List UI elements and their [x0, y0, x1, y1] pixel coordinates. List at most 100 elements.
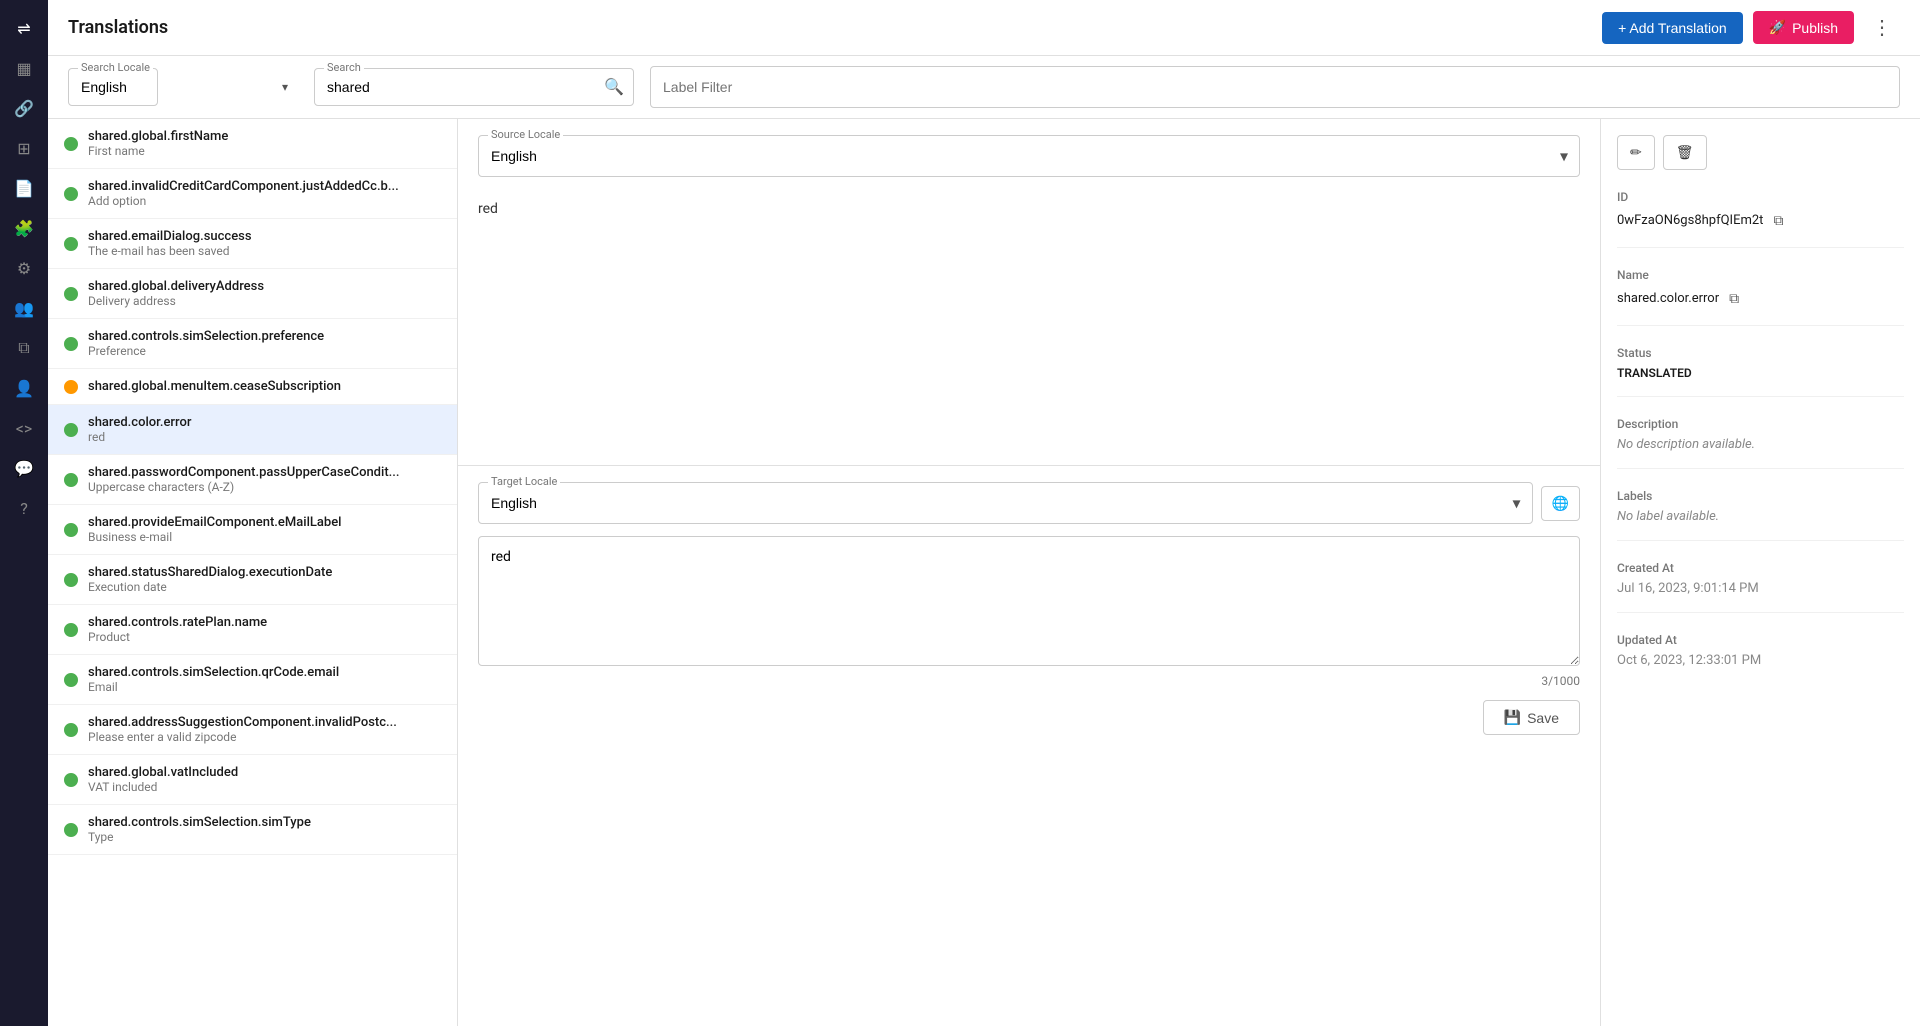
translate-icon: 🌐	[1552, 495, 1569, 511]
add-translation-button[interactable]: + Add Translation	[1602, 12, 1743, 44]
copy-name-button[interactable]: ⧉	[1727, 288, 1741, 309]
edit-button[interactable]: ✏	[1617, 135, 1655, 170]
detail-id-value: 0wFzaON6gs8hpfQIEm2t ⧉	[1617, 210, 1904, 231]
sidebar-icon-grid[interactable]: ⊞	[6, 130, 42, 166]
char-count: 3/1000	[478, 674, 1580, 688]
status-dot	[64, 523, 78, 537]
sidebar-icon-dashboard[interactable]: ▦	[6, 50, 42, 86]
item-content: shared.emailDialog.success The e-mail ha…	[88, 229, 441, 258]
sidebar-icon-person-arrow[interactable]: 👤	[6, 370, 42, 406]
list-item[interactable]: shared.provideEmailComponent.eMailLabel …	[48, 505, 457, 555]
sidebar-icon-code[interactable]: <>	[6, 410, 42, 446]
status-dot	[64, 473, 78, 487]
detail-updated-label: Updated At	[1617, 633, 1904, 647]
detail-status-label: Status	[1617, 346, 1904, 360]
detail-name-label: Name	[1617, 268, 1904, 282]
list-item[interactable]: shared.controls.ratePlan.name Product	[48, 605, 457, 655]
item-key: shared.global.deliveryAddress	[88, 279, 441, 294]
search-icon-button[interactable]: 🔍	[604, 77, 624, 97]
sidebar-icon-help[interactable]: ?	[6, 490, 42, 526]
save-button[interactable]: 💾 Save	[1483, 700, 1580, 735]
sidebar-icon-puzzle[interactable]: 🧩	[6, 210, 42, 246]
target-locale-section: Target Locale English 🌐 red 3/1000 💾 Sav…	[458, 466, 1600, 751]
detail-name-section: Name shared.color.error ⧉	[1617, 268, 1904, 326]
list-item[interactable]: shared.invalidCreditCardComponent.justAd…	[48, 169, 457, 219]
sidebar-icon-settings[interactable]: ⚙	[6, 250, 42, 286]
name-text: shared.color.error	[1617, 291, 1719, 306]
source-locale-label: Source Locale	[488, 128, 563, 141]
item-value: Uppercase characters (A-Z)	[88, 480, 441, 494]
person-arrow-icon: 👤	[14, 379, 34, 398]
more-options-button[interactable]: ⋮	[1864, 11, 1900, 44]
item-content: shared.passwordComponent.passUpperCaseCo…	[88, 465, 441, 494]
item-content: shared.provideEmailComponent.eMailLabel …	[88, 515, 441, 544]
save-icon: 💾	[1504, 709, 1521, 726]
list-item[interactable]: shared.global.menuItem.ceaseSubscription	[48, 369, 457, 405]
publish-button[interactable]: 🚀 Publish	[1753, 11, 1854, 44]
copy-id-button[interactable]: ⧉	[1771, 210, 1785, 231]
target-locale-header: Target Locale English 🌐	[478, 482, 1580, 524]
search-label: Search	[324, 61, 364, 74]
source-locale-select[interactable]: English	[478, 135, 1580, 177]
list-item[interactable]: shared.emailDialog.success The e-mail ha…	[48, 219, 457, 269]
sidebar-icon-link[interactable]: 🔗	[6, 90, 42, 126]
sidebar-icon-document[interactable]: 📄	[6, 170, 42, 206]
filter-bar: Search Locale English Search 🔍	[48, 56, 1920, 119]
sidebar-icon-people[interactable]: 👥	[6, 290, 42, 326]
delete-button[interactable]: 🗑	[1663, 135, 1707, 170]
sidebar-icon-chat[interactable]: 💬	[6, 450, 42, 486]
save-label: Save	[1527, 710, 1559, 726]
item-content: shared.global.menuItem.ceaseSubscription	[88, 379, 441, 394]
detail-status-value: TRANSLATED	[1617, 366, 1904, 380]
document-icon: 📄	[14, 179, 34, 198]
item-key: shared.global.firstName	[88, 129, 441, 144]
item-key: shared.invalidCreditCardComponent.justAd…	[88, 179, 441, 194]
list-item[interactable]: shared.color.error red	[48, 405, 457, 455]
target-translation-textarea[interactable]: red	[478, 536, 1580, 666]
editor-panel: Source Locale English red Target Locale	[458, 119, 1600, 1026]
item-content: shared.global.firstName First name	[88, 129, 441, 158]
item-key: shared.statusSharedDialog.executionDate	[88, 565, 441, 580]
detail-description-value: No description available.	[1617, 437, 1904, 452]
created-at-text: Jul 16, 2023, 9:01:14 PM	[1617, 581, 1759, 596]
item-value: VAT included	[88, 780, 441, 794]
list-item[interactable]: shared.passwordComponent.passUpperCaseCo…	[48, 455, 457, 505]
id-text: 0wFzaON6gs8hpfQIEm2t	[1617, 213, 1763, 228]
list-item[interactable]: shared.global.vatIncluded VAT included	[48, 755, 457, 805]
detail-description-section: Description No description available.	[1617, 417, 1904, 469]
detail-updated-value: Oct 6, 2023, 12:33:01 PM	[1617, 653, 1904, 668]
save-row: 💾 Save	[478, 700, 1580, 735]
list-item[interactable]: shared.addressSuggestionComponent.invali…	[48, 705, 457, 755]
item-key: shared.controls.simSelection.preference	[88, 329, 441, 344]
list-item[interactable]: shared.global.firstName First name	[48, 119, 457, 169]
updated-at-text: Oct 6, 2023, 12:33:01 PM	[1617, 653, 1761, 668]
header-actions: + Add Translation 🚀 Publish ⋮	[1602, 11, 1900, 44]
list-item[interactable]: shared.controls.simSelection.preference …	[48, 319, 457, 369]
status-dot	[64, 237, 78, 251]
item-value: Business e-mail	[88, 530, 441, 544]
item-content: shared.statusSharedDialog.executionDate …	[88, 565, 441, 594]
auto-translate-button[interactable]: 🌐	[1541, 486, 1580, 521]
layers-icon: ⧉	[18, 338, 29, 358]
detail-labels-label: Labels	[1617, 489, 1904, 503]
sidebar: ⇌ ▦ 🔗 ⊞ 📄 🧩 ⚙ 👥 ⧉ 👤 <> 💬 ?	[0, 0, 48, 1026]
target-locale-select[interactable]: English	[478, 482, 1533, 524]
item-value: First name	[88, 144, 441, 158]
list-item[interactable]: shared.statusSharedDialog.executionDate …	[48, 555, 457, 605]
list-item[interactable]: shared.controls.simSelection.simType Typ…	[48, 805, 457, 855]
search-locale-field: Search Locale English	[68, 68, 298, 106]
dashboard-icon: ▦	[16, 59, 31, 78]
item-content: shared.controls.simSelection.qrCode.emai…	[88, 665, 441, 694]
list-item[interactable]: shared.controls.simSelection.qrCode.emai…	[48, 655, 457, 705]
sidebar-icon-translate[interactable]: ⇌	[6, 10, 42, 46]
copy-icon: ⧉	[1729, 290, 1739, 306]
list-item[interactable]: shared.global.deliveryAddress Delivery a…	[48, 269, 457, 319]
chat-icon: 💬	[14, 459, 34, 478]
detail-created-section: Created At Jul 16, 2023, 9:01:14 PM	[1617, 561, 1904, 613]
item-value: Execution date	[88, 580, 441, 594]
sidebar-icon-layers[interactable]: ⧉	[6, 330, 42, 366]
detail-updated-section: Updated At Oct 6, 2023, 12:33:01 PM	[1617, 633, 1904, 684]
label-filter-input[interactable]	[650, 66, 1900, 108]
publish-label: Publish	[1792, 20, 1838, 36]
publish-icon: 🚀	[1769, 19, 1786, 36]
